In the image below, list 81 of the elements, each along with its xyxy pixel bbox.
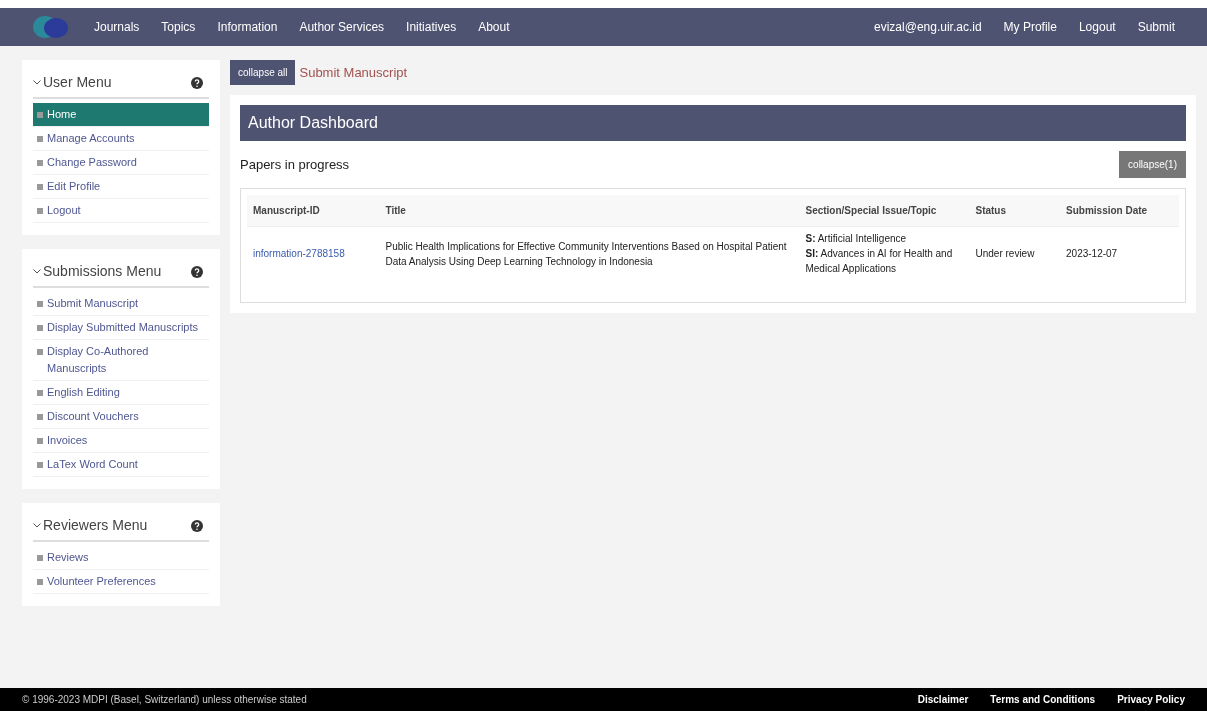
collapse-all-button[interactable]: collapse all: [230, 60, 296, 85]
menu-title[interactable]: Submissions Menu: [43, 261, 162, 282]
menu-item[interactable]: Display Co-Authored Manuscripts: [33, 340, 209, 381]
menu-item[interactable]: Logout: [33, 199, 209, 223]
collapse-button[interactable]: collapse(1): [1119, 151, 1186, 178]
square-bullet-icon: [37, 160, 43, 166]
square-bullet-icon: [37, 414, 43, 420]
square-bullet-icon: [37, 438, 43, 444]
nav-link[interactable]: My Profile: [1003, 18, 1057, 36]
menu-item-label: Submit Manuscript: [47, 296, 139, 311]
nav-link[interactable]: Information: [217, 18, 278, 36]
nav-link[interactable]: Author Services: [299, 18, 385, 36]
nav-link[interactable]: evizal@eng.uir.ac.id: [874, 18, 982, 36]
menu-title[interactable]: Reviewers Menu: [43, 515, 148, 536]
column-header: Status: [969, 195, 1061, 227]
section-line: S: Artificial Intelligence: [805, 232, 908, 246]
menu-item[interactable]: Home: [33, 103, 209, 127]
submit-manuscript-link[interactable]: Submit Manuscript: [299, 62, 408, 83]
menu-item-label: Display Co-Authored Manuscripts: [47, 344, 150, 376]
table-cell: Public Health Implications for Effective Community Interventions Based on Hospital Patient Data Analysis Using Deep Learning Technology in Indonesia: [379, 226, 800, 280]
menu-title[interactable]: User Menu: [43, 72, 112, 93]
square-bullet-icon: [37, 112, 43, 118]
square-bullet-icon: [37, 325, 43, 331]
menu-item-label: Reviews: [47, 550, 89, 565]
menu-item[interactable]: Volunteer Preferences: [33, 570, 209, 594]
column-header: Section/Special Issue/Topic: [799, 195, 970, 227]
chevron-down-icon: [33, 523, 41, 528]
menu-item-label: Change Password: [47, 155, 137, 170]
nav-link[interactable]: Submit: [1137, 18, 1175, 36]
square-bullet-icon: [37, 349, 43, 355]
square-bullet-icon: [37, 301, 43, 307]
menu-item[interactable]: Display Submitted Manuscripts: [33, 316, 209, 340]
menu-item[interactable]: Submit Manuscript: [33, 292, 209, 316]
nav-link[interactable]: Initiatives: [406, 18, 457, 36]
menu-item[interactable]: Edit Profile: [33, 175, 209, 199]
menu-item-label: Home: [47, 107, 77, 122]
menu-item[interactable]: Invoices: [33, 429, 209, 453]
square-bullet-icon: [37, 390, 43, 396]
menu-item[interactable]: LaTex Word Count: [33, 453, 209, 477]
menu-item-label: Discount Vouchers: [47, 409, 139, 424]
manuscript-link[interactable]: information-2788158: [253, 248, 345, 259]
section-heading: Papers in progress: [240, 155, 350, 174]
square-bullet-icon: [37, 462, 43, 468]
menu-item-label: Edit Profile: [47, 179, 101, 194]
menu-item-label: Invoices: [47, 433, 88, 448]
dashboard-header: Author Dashboard: [240, 105, 1186, 141]
menu-item-label: English Editing: [47, 385, 120, 400]
menu-item[interactable]: Discount Vouchers: [33, 405, 209, 429]
menu-item-label: Manage Accounts: [47, 131, 135, 146]
column-header: Submission Date: [1060, 195, 1179, 227]
chevron-down-icon: [33, 269, 41, 274]
square-bullet-icon: [37, 208, 43, 214]
footer-link[interactable]: Terms and Conditions: [990, 692, 1096, 707]
menu-item-label: LaTex Word Count: [47, 457, 138, 472]
nav-link[interactable]: Topics: [161, 18, 196, 36]
table-cell: 2023-12-07: [1060, 226, 1179, 280]
footer-link[interactable]: Disclaimer: [917, 692, 969, 707]
chevron-down-icon: [33, 80, 41, 85]
copyright-text: © 1996-2023 MDPI (Basel, Switzerland) unless otherwise stated: [22, 693, 307, 707]
nav-link[interactable]: Journals: [94, 18, 140, 36]
nav-link[interactable]: About: [478, 18, 510, 36]
square-bullet-icon: [37, 579, 43, 585]
help-icon: [191, 76, 203, 89]
table-cell: Under review: [969, 226, 1061, 280]
square-bullet-icon: [37, 136, 43, 142]
footer-link[interactable]: Privacy Policy: [1117, 692, 1185, 707]
menu-item-label: Display Submitted Manuscripts: [47, 320, 198, 335]
menu-item[interactable]: Change Password: [33, 151, 209, 175]
menu-item[interactable]: English Editing: [33, 381, 209, 405]
column-header: Title: [379, 195, 800, 227]
menu-item[interactable]: Manage Accounts: [33, 127, 209, 151]
column-header: Manuscript-ID: [247, 195, 380, 227]
menu-item-label: Volunteer Preferences: [47, 574, 156, 589]
square-bullet-icon: [37, 555, 43, 561]
section-line: SI: Advances in AI for Health and Medical Applications: [805, 247, 954, 276]
square-bullet-icon: [37, 184, 43, 190]
menu-item[interactable]: Reviews: [33, 546, 209, 570]
menu-item-label: Logout: [47, 203, 81, 218]
help-icon: [191, 265, 203, 278]
help-icon: [191, 519, 203, 532]
nav-link[interactable]: Logout: [1078, 18, 1116, 36]
